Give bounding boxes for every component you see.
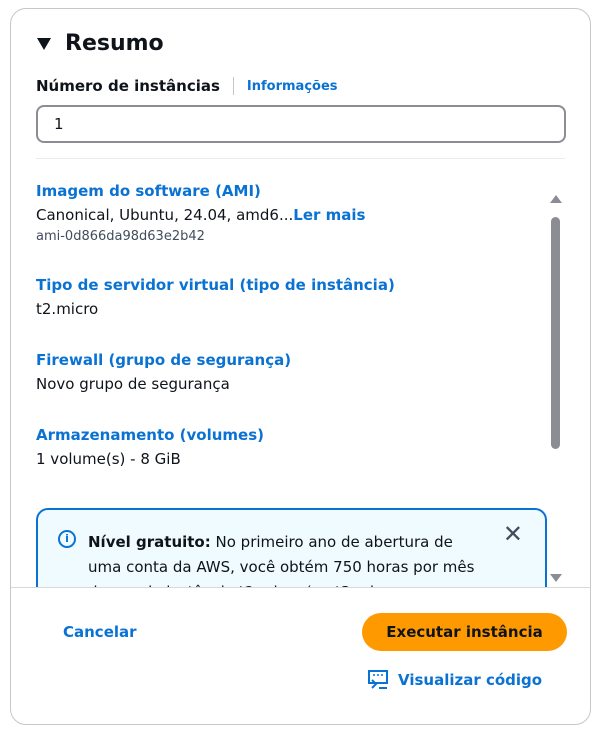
ami-id: ami-0d866da98d63e2b42 xyxy=(36,229,205,244)
section-storage: Armazenamento (volumes) 1 volume(s) - 8 … xyxy=(36,426,264,468)
section-title[interactable]: Imagem do software (AMI) xyxy=(36,182,365,200)
section-instance-type: Tipo de servidor virtual (tipo de instân… xyxy=(36,276,395,318)
section-value: Canonical, Ubuntu, 24.04, amd6... xyxy=(36,206,294,224)
section-firewall: Firewall (grupo de segurança) Novo grupo… xyxy=(36,351,291,393)
caret-down-icon[interactable] xyxy=(37,37,51,50)
close-icon[interactable]: ✕ xyxy=(503,522,523,547)
section-ami: Imagem do software (AMI) Canonical, Ubun… xyxy=(36,182,365,244)
view-code-label: Visualizar código xyxy=(398,671,543,689)
instances-label: Número de instâncias xyxy=(36,77,220,95)
section-title[interactable]: Firewall (grupo de segurança) xyxy=(36,351,291,369)
info-link[interactable]: Informações xyxy=(247,79,338,94)
info-icon: i xyxy=(58,530,76,548)
summary-header[interactable]: Resumo xyxy=(37,31,164,56)
cancel-button[interactable]: Cancelar xyxy=(63,623,137,641)
section-value: 1 volume(s) - 8 GiB xyxy=(36,450,181,468)
launch-instance-button[interactable]: Executar instância xyxy=(362,613,567,651)
scrollbar[interactable] xyxy=(549,189,563,584)
section-value: t2.micro xyxy=(36,300,99,318)
divider xyxy=(232,77,234,95)
alert-title: Nível gratuito: xyxy=(88,533,211,551)
read-more-link[interactable]: Ler mais xyxy=(293,206,365,224)
section-title[interactable]: Armazenamento (volumes) xyxy=(36,426,264,444)
panel-title: Resumo xyxy=(65,31,164,56)
section-title[interactable]: Tipo de servidor virtual (tipo de instân… xyxy=(36,276,395,294)
scroll-up-icon[interactable] xyxy=(550,195,562,203)
view-code-button[interactable]: Visualizar código xyxy=(368,670,542,690)
summary-scroll-area: Imagem do software (AMI) Canonical, Ubun… xyxy=(36,174,576,587)
scrollbar-thumb[interactable] xyxy=(551,217,560,449)
section-value: Novo grupo de segurança xyxy=(36,375,230,393)
divider xyxy=(11,587,590,588)
scroll-down-icon[interactable] xyxy=(550,574,562,582)
code-icon xyxy=(368,670,388,689)
free-tier-alert: i Nível gratuito: No primeiro ano de abe… xyxy=(36,508,547,587)
divider xyxy=(36,158,565,159)
instances-input[interactable] xyxy=(36,105,566,143)
summary-panel: Resumo Número de instâncias Informações … xyxy=(10,8,591,725)
